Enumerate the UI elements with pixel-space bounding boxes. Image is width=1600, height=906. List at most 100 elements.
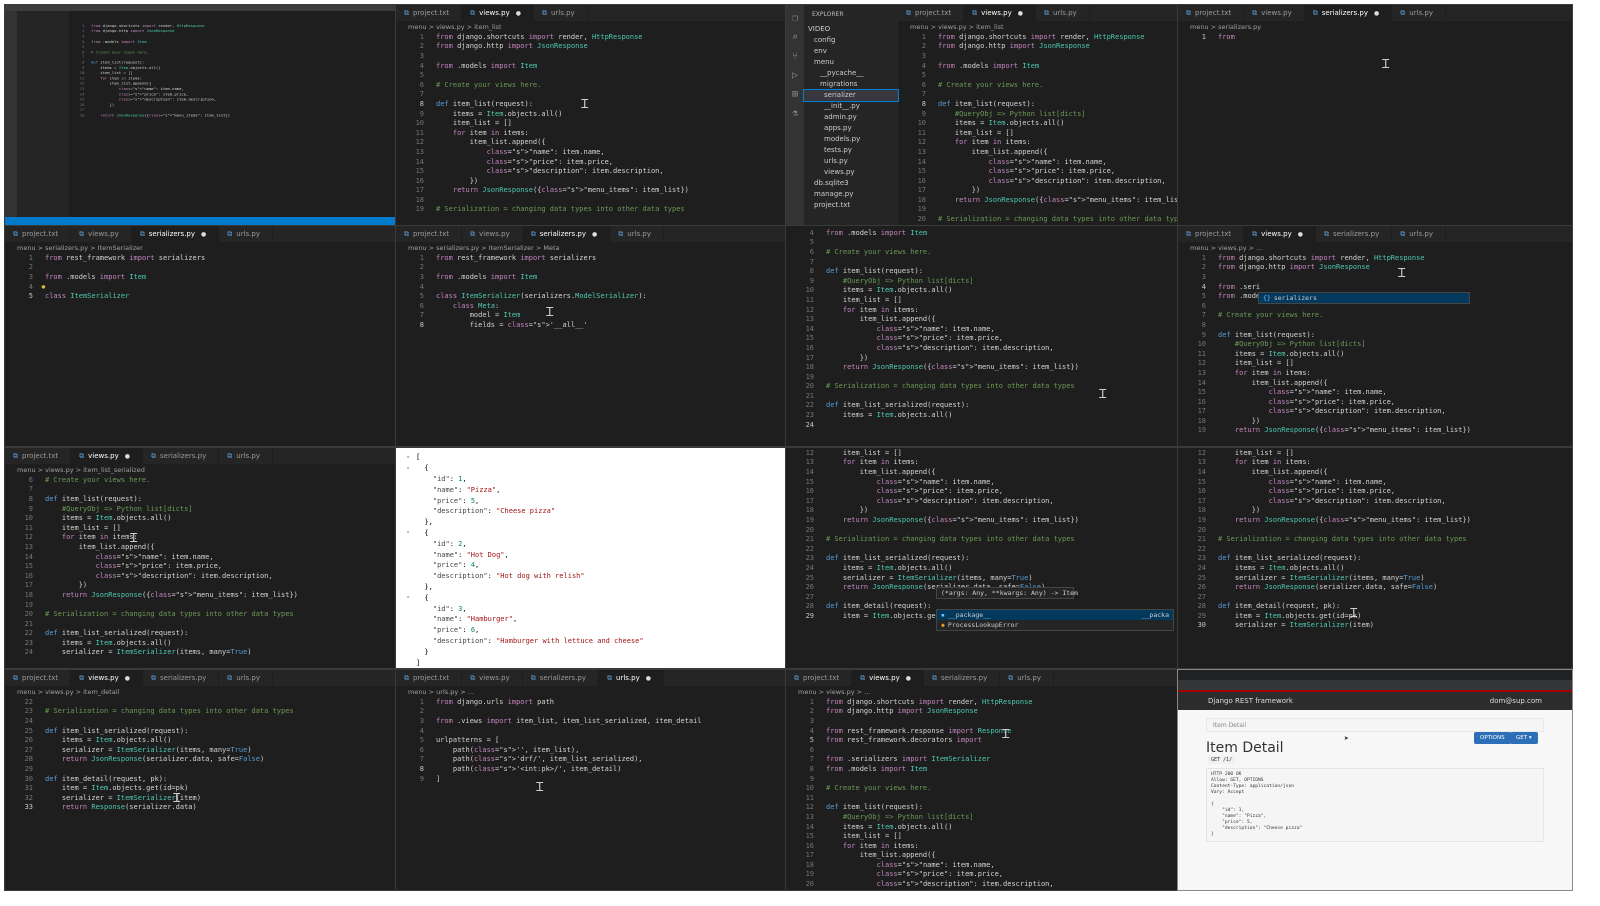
code-line[interactable]: 6 # Create your views here. [898, 80, 1180, 90]
explorer-item[interactable]: views.py [804, 167, 898, 178]
code-line[interactable]: 32 serializer = ItemSerializer(item) [5, 793, 399, 803]
code-line[interactable]: 19 class="s">"price": item.price, [786, 870, 1180, 880]
tab-project-txt[interactable]: ⧉ project.txt [396, 5, 463, 21]
code-line[interactable]: 16 class="s">"price": item.price, [1178, 397, 1572, 407]
code-line[interactable]: 13 for item in items: [1178, 458, 1572, 468]
p8-suggest-widget[interactable]: {} serializers [1258, 292, 1470, 304]
code-line[interactable]: 3 [898, 51, 1180, 61]
code-line[interactable]: 3 [786, 716, 1180, 726]
code-line[interactable]: 13 class="s">"name": item.name, [396, 147, 790, 157]
code-line[interactable]: 12 for item in items: [5, 533, 399, 543]
code-line[interactable]: 23 def item_list_serialized(request): [1178, 554, 1572, 564]
explorer-item[interactable]: admin.py [804, 112, 898, 123]
code-line[interactable]: 13 item_list.append({ [786, 314, 1180, 324]
code-line[interactable]: 7 # Create your views here. [1178, 311, 1572, 321]
code-line[interactable]: 3 from .models import Item [5, 272, 399, 282]
code-line[interactable]: 1 from [1178, 32, 1572, 42]
code-line[interactable]: 5 class ItemSerializer(serializers.ModelS… [396, 291, 790, 301]
code-line[interactable]: 16 class="s">"description": item.descrip… [898, 176, 1180, 186]
tab-views-py[interactable]: ⧉ views.py [1244, 5, 1305, 21]
tab-views-py[interactable]: ⧉ views.py [462, 5, 534, 21]
browser-address-bar[interactable] [1178, 680, 1572, 690]
tab-views-py[interactable]: ⧉ views.py [462, 670, 523, 686]
tab-urls-py[interactable]: ⧉ urls.py [219, 226, 273, 242]
tab-views-py[interactable]: ⧉ views.py [71, 226, 132, 242]
fold-chevron-icon[interactable]: ▾ [400, 454, 416, 461]
code-line[interactable]: 16 }) [396, 176, 790, 186]
code-line[interactable]: 24 items = Item.objects.all() [786, 563, 1180, 573]
explorer-item[interactable]: config [804, 35, 898, 46]
tab-views-py[interactable]: ⧉ views.py [964, 5, 1036, 21]
code-line[interactable]: 7 model = Item [396, 311, 790, 321]
code-line[interactable]: 17 }) [786, 353, 1180, 363]
code-line[interactable]: 13 item_list.append({ [5, 542, 399, 552]
code-line[interactable]: 24 [786, 420, 1180, 430]
tab-urls-py[interactable]: ⧉ urls.py [610, 226, 664, 242]
fold-chevron-icon[interactable]: ▾ [400, 594, 416, 601]
code-line[interactable]: 6 # Create your views here. [786, 247, 1180, 257]
code-line[interactable]: 20 [786, 525, 1180, 535]
drf-breadcrumb[interactable]: Item Detail [1206, 718, 1544, 732]
code-line[interactable]: 21 [5, 619, 399, 629]
explorer-item[interactable]: urls.py [804, 156, 898, 167]
code-line[interactable]: 22 [786, 544, 1180, 554]
tab-urls-py[interactable]: ⧉ urls.py [219, 448, 273, 464]
code-line[interactable]: 13 for item in items: [786, 458, 1180, 468]
code-line[interactable]: 16 class="s">"description": item.descrip… [786, 343, 1180, 353]
code-line[interactable]: 3 [1178, 272, 1572, 282]
code-line[interactable]: 13 #QueryObj => Python list[dicts] [786, 812, 1180, 822]
code-line[interactable]: 6 # Create your views here. [396, 80, 790, 90]
tab-views-py[interactable]: ⧉ views.py [852, 670, 924, 686]
tab-serializers-py[interactable]: ⧉ serializers.py [1304, 5, 1393, 21]
p11-suggestion-2[interactable]: ◆ ProcessLookupError [937, 620, 1173, 630]
code-line[interactable]: 14 item_list.append({ [1178, 378, 1572, 388]
code-line[interactable]: 1 from rest_framework import serializers [5, 253, 399, 263]
code-line[interactable]: 8 def item_list(request): [5, 494, 399, 504]
code-line[interactable]: 1 from rest_framework import serializers [396, 253, 790, 263]
tab-project-txt[interactable]: ⧉ project.txt [1178, 5, 1245, 21]
code-line[interactable]: 2 [396, 707, 790, 717]
code-line[interactable]: 33 return Response(serializer.data) [5, 803, 399, 813]
tab-views-py[interactable]: ⧉ views.py [71, 448, 143, 464]
code-line[interactable]: 3 from .models import Item [396, 272, 790, 282]
code-line[interactable]: 5 [786, 238, 1180, 248]
tab-project-txt[interactable]: ⧉ project.txt [396, 670, 463, 686]
code-line[interactable]: 10 items = Item.objects.all() [786, 286, 1180, 296]
code-line[interactable]: 19 return JsonResponse({class="s">"menu_… [1178, 515, 1572, 525]
code-line[interactable]: 8 def item_list(request): [396, 99, 790, 109]
code-line[interactable]: 4 [5, 282, 399, 292]
p8-suggestion[interactable]: {} serializers [1259, 293, 1469, 303]
code-line[interactable]: 30 def item_detail(request, pk): [5, 774, 399, 784]
explorer-item[interactable]: __init__.py [804, 101, 898, 112]
code-line[interactable]: 27 [1178, 592, 1572, 602]
code-line[interactable]: 7 [396, 90, 790, 100]
extensions-icon[interactable]: ⊞ [786, 89, 804, 100]
code-line[interactable]: 28 return JsonResponse(serializer.data, … [5, 755, 399, 765]
code-line[interactable]: 13 for item in items: [1178, 368, 1572, 378]
code-line[interactable]: 8 fields = class="s">'__all__' [396, 320, 790, 330]
code-line[interactable]: 31 item = Item.objects.get(id=pk) [5, 783, 399, 793]
code-line[interactable]: 4 from .models import Item [396, 61, 790, 71]
code-line[interactable]: 17 }) [5, 581, 399, 591]
code-line[interactable]: 11 [786, 793, 1180, 803]
code-line[interactable]: 20 class="s">"description": item.descrip… [786, 879, 1180, 889]
explorer-item[interactable]: serializer [803, 89, 899, 102]
tab-project-txt[interactable]: ⧉ project.txt [1178, 226, 1245, 242]
code-line[interactable]: 21 # Serialization = changing data types … [1178, 534, 1572, 544]
explorer-item[interactable]: tests.py [804, 145, 898, 156]
code-line[interactable]: 29 item = Item.objects.get(id=pk) [1178, 611, 1572, 621]
code-line[interactable]: 19 # Serialization = changing data types … [396, 205, 790, 215]
tab-urls-py[interactable]: ⧉ urls.py [1036, 5, 1090, 21]
fold-chevron-icon[interactable]: ▾ [400, 465, 416, 472]
code-line[interactable]: 16 class="s">"price": item.price, [786, 486, 1180, 496]
code-line[interactable]: 18 return JsonResponse({class="s">"menu_… [786, 362, 1180, 372]
code-line[interactable]: 9 #QueryObj => Python list[dicts] [786, 276, 1180, 286]
code-line[interactable]: 2 from django.http import JsonResponse [786, 707, 1180, 717]
code-line[interactable]: 17 }) [898, 186, 1180, 196]
code-line[interactable]: 4 [396, 726, 790, 736]
code-line[interactable]: 1 from django.shortcuts import render, Ht… [396, 32, 790, 42]
code-line[interactable]: 14 class="s">"name": item.name, [786, 324, 1180, 334]
code-line[interactable]: 7 [786, 257, 1180, 267]
code-line[interactable]: 14 item_list.append({ [1178, 467, 1572, 477]
code-line[interactable]: 4 [396, 282, 790, 292]
